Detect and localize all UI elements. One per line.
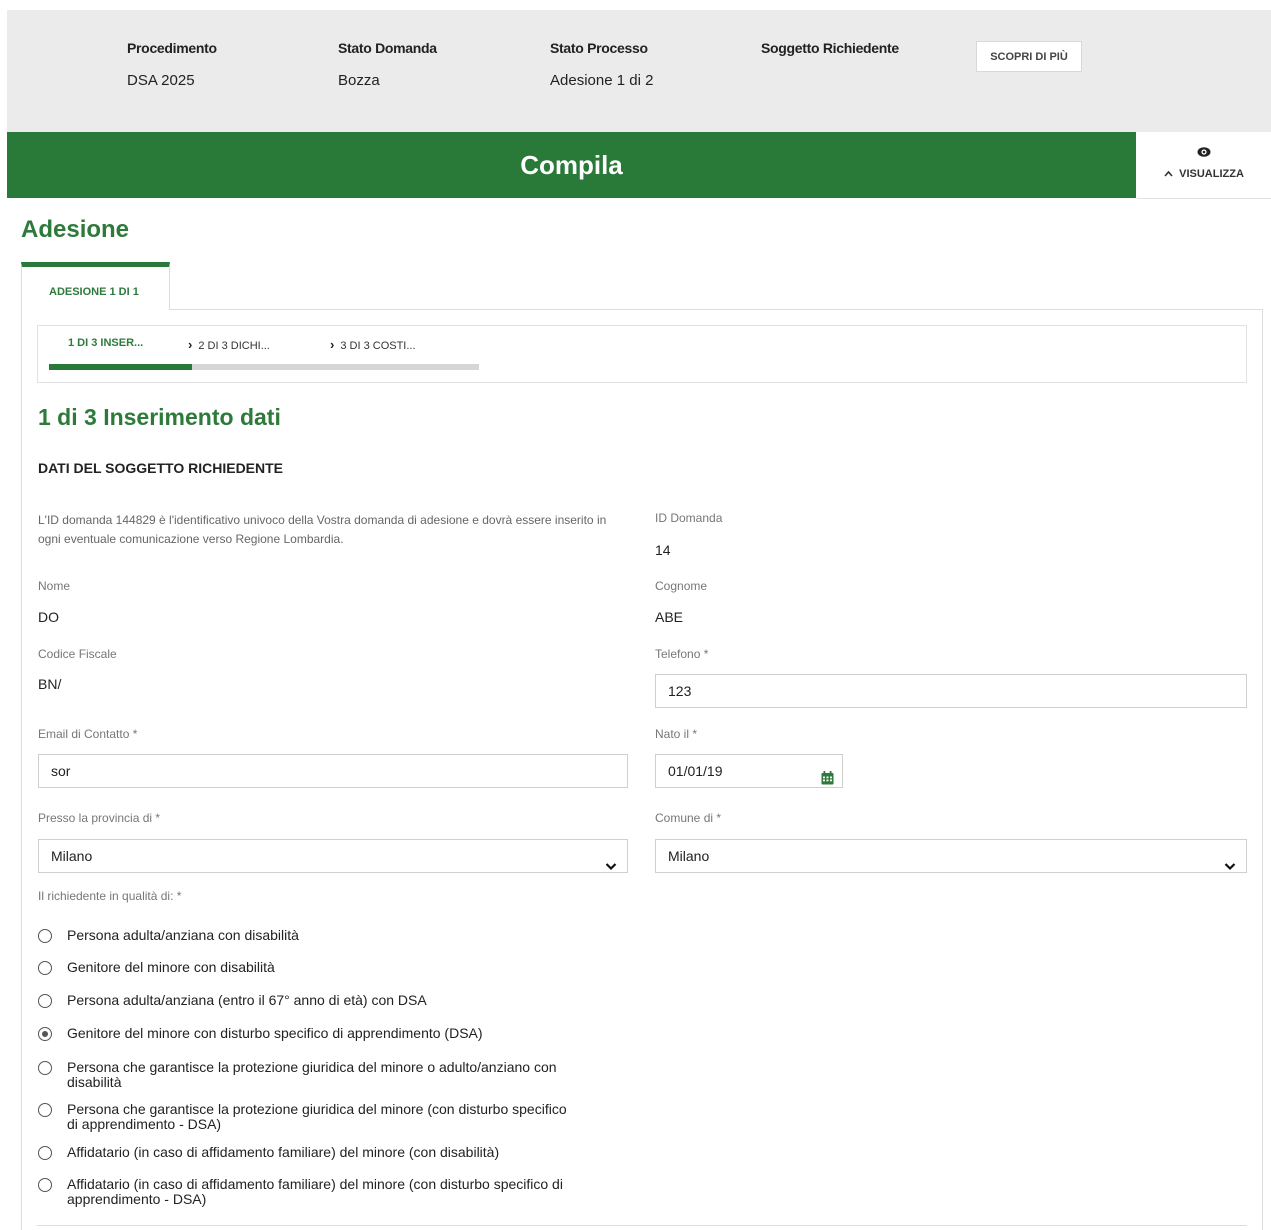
step-2-label: 2 DI 3 DICHI...: [198, 340, 270, 352]
qualita-option-label: Genitore del minore con disturbo specifi…: [67, 1025, 483, 1041]
qualita-option-label: Genitore del minore con disabilità: [67, 959, 275, 975]
calendar-icon[interactable]: [821, 764, 834, 796]
visualizza-label: VISUALIZZA: [1179, 168, 1244, 180]
stato-domanda-label: Stato Domanda: [338, 40, 437, 56]
soggetto-label: Soggetto Richiedente: [761, 40, 899, 56]
radio-button[interactable]: [38, 994, 52, 1008]
email-field[interactable]: sor: [38, 754, 628, 788]
visualizza-button[interactable]: VISUALIZZA: [1137, 132, 1271, 199]
telefono-field[interactable]: 123: [655, 674, 1247, 708]
id-domanda-value: 14: [655, 542, 671, 558]
tab-adesione-label: ADESIONE 1 DI 1: [49, 286, 139, 298]
compila-banner: Compila: [7, 132, 1136, 198]
qualita-option-label: Persona che garantisce la protezione giu…: [67, 1101, 567, 1132]
radio-button[interactable]: [38, 1061, 52, 1075]
chevron-down-icon: [1224, 850, 1236, 882]
page-title: Adesione: [21, 216, 130, 243]
section-divider: [37, 1225, 1247, 1226]
radio-button[interactable]: [38, 961, 52, 975]
soggetto-block: Soggetto Richiedente: [761, 40, 899, 72]
chevron-down-icon: [605, 850, 617, 882]
stepper-progress-bar: [49, 364, 479, 370]
comune-label: Comune di *: [655, 811, 722, 825]
stato-domanda-block: Stato Domanda Bozza: [338, 40, 437, 89]
stato-domanda-value: Bozza: [338, 72, 380, 89]
qualita-option-label: Affidatario (in caso di affidamento fami…: [67, 1176, 563, 1207]
process-summary-bar: Procedimento DSA 2025 Stato Domanda Bozz…: [7, 10, 1271, 132]
chevron-right-icon: ›: [188, 337, 193, 352]
tab-adesione[interactable]: ADESIONE 1 DI 1: [21, 262, 170, 310]
comune-select[interactable]: Milano: [655, 839, 1247, 873]
scopri-di-piu-button[interactable]: SCOPRI DI PIÙ: [976, 41, 1082, 72]
cognome-label: Cognome: [655, 579, 708, 593]
radio-button[interactable]: [38, 1027, 52, 1041]
qualita-option-label: Affidatario (in caso di affidamento fami…: [67, 1144, 500, 1160]
wizard-stepper: 1 DI 3 INSER... › 2 DI 3 DICHI... › 3 DI 3…: [37, 325, 1247, 383]
provincia-select[interactable]: Milano: [38, 839, 628, 873]
radio-button[interactable]: [38, 1146, 52, 1160]
procedimento-label: Procedimento: [127, 40, 217, 56]
id-domanda-label: ID Domanda: [655, 511, 723, 525]
qualita-option-label: Persona adulta/anziana con disabilità: [67, 927, 299, 943]
nato-il-date-field[interactable]: 01/01/19: [655, 754, 843, 788]
telefono-label: Telefono *: [655, 647, 709, 661]
section-title: DATI DEL SOGGETTO RICHIEDENTE: [38, 460, 284, 476]
qualita-label: Il richiedente in qualità di: *: [38, 889, 182, 903]
nome-label: Nome: [38, 579, 71, 593]
nome-value: DO: [38, 609, 59, 625]
id-domanda-info-text: L'ID domanda 144829 è l'identificativo u…: [38, 513, 607, 546]
eye-icon: [1197, 145, 1211, 163]
step-1-label: 1 DI 3 INSER...: [68, 337, 144, 349]
stato-processo-label: Stato Processo: [550, 40, 648, 56]
email-label: Email di Contatto *: [38, 727, 138, 741]
comune-value: Milano: [668, 848, 710, 864]
cognome-value: ABE: [655, 609, 684, 625]
nato-il-value: 01/01/19: [668, 763, 723, 779]
step-1[interactable]: 1 DI 3 INSER...: [68, 337, 143, 349]
codice-fiscale-label: Codice Fiscale: [38, 647, 117, 661]
chevron-right-icon: ›: [330, 337, 335, 352]
qualita-option-label: Persona che garantisce la protezione giu…: [67, 1059, 557, 1090]
step-3-label: 3 DI 3 COSTI...: [340, 340, 416, 352]
nato-il-label: Nato il *: [655, 727, 698, 741]
step-2[interactable]: › 2 DI 3 DICHI...: [188, 337, 270, 352]
stato-processo-block: Stato Processo Adesione 1 di 2: [550, 40, 653, 89]
provincia-label: Presso la provincia di *: [38, 811, 161, 825]
provincia-value: Milano: [51, 848, 93, 864]
step-title: 1 di 3 Inserimento dati: [38, 404, 281, 430]
radio-button[interactable]: [38, 1178, 52, 1192]
step-3[interactable]: › 3 DI 3 COSTI...: [330, 337, 416, 352]
qualita-option-label: Persona adulta/anziana (entro il 67° ann…: [67, 992, 427, 1008]
procedimento-value: DSA 2025: [127, 72, 195, 89]
caret-up-icon: [1164, 170, 1173, 177]
radio-button[interactable]: [38, 1103, 52, 1117]
procedimento-block: Procedimento DSA 2025: [127, 40, 217, 89]
radio-button[interactable]: [38, 929, 52, 943]
stepper-progress-fill: [49, 364, 193, 370]
stato-processo-value: Adesione 1 di 2: [550, 72, 654, 89]
codice-fiscale-value: BN/: [38, 676, 62, 692]
